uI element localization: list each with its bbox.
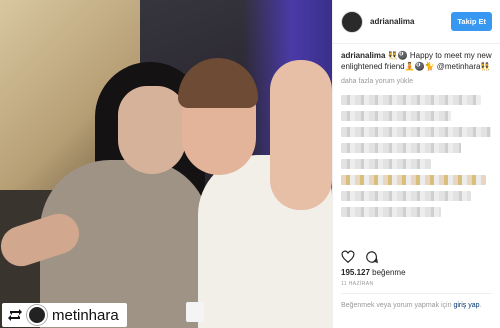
load-more-comments[interactable]: daha fazla yorum yükle [333, 72, 500, 85]
heart-icon[interactable] [341, 250, 355, 264]
comment-list [333, 85, 500, 217]
post-date: 11 HAZİRAN [341, 281, 374, 287]
like-count-value: 195.127 [341, 268, 370, 277]
post-actions [341, 250, 379, 264]
comment-item [341, 95, 481, 105]
post-sidebar: adrianalima Takip Et adrianalima 👯🎱 Happ… [332, 0, 500, 328]
caption-username[interactable]: adrianalima [341, 51, 385, 60]
login-suffix: . [479, 302, 482, 309]
divider [341, 293, 492, 294]
caption-mention[interactable]: @metinhara👯 [437, 62, 491, 71]
author-username[interactable]: adrianalima [370, 17, 451, 26]
comment-icon[interactable] [365, 250, 379, 264]
comment-item [341, 127, 491, 137]
comment-item [341, 111, 451, 121]
photo-person-1-face [118, 86, 186, 174]
repost-avatar [27, 305, 47, 325]
post-photo: metinhara [0, 0, 332, 328]
comment-item [341, 159, 431, 169]
login-link[interactable]: giriş yap [453, 302, 479, 309]
photo-mug [186, 302, 204, 322]
login-prompt: Beğenmek veya yorum yapmak için giriş ya… [341, 301, 496, 311]
repost-username: metinhara [52, 306, 119, 324]
comment-item [341, 143, 461, 153]
comment-item [341, 191, 471, 201]
like-count[interactable]: 195.127 beğenme [341, 268, 406, 277]
comment-item [341, 175, 486, 185]
post-header: adrianalima Takip Et [333, 0, 500, 44]
follow-button[interactable]: Takip Et [451, 12, 492, 31]
like-count-label: beğenme [372, 268, 406, 277]
repost-icon [6, 306, 24, 324]
login-text: Beğenmek veya yorum yapmak için [341, 302, 454, 309]
repost-badge: metinhara [2, 303, 127, 327]
author-avatar[interactable] [341, 10, 363, 33]
post-caption: adrianalima 👯🎱 Happy to meet my new enli… [333, 44, 500, 72]
comment-item [341, 207, 441, 217]
photo-person-2-arm [270, 60, 332, 210]
